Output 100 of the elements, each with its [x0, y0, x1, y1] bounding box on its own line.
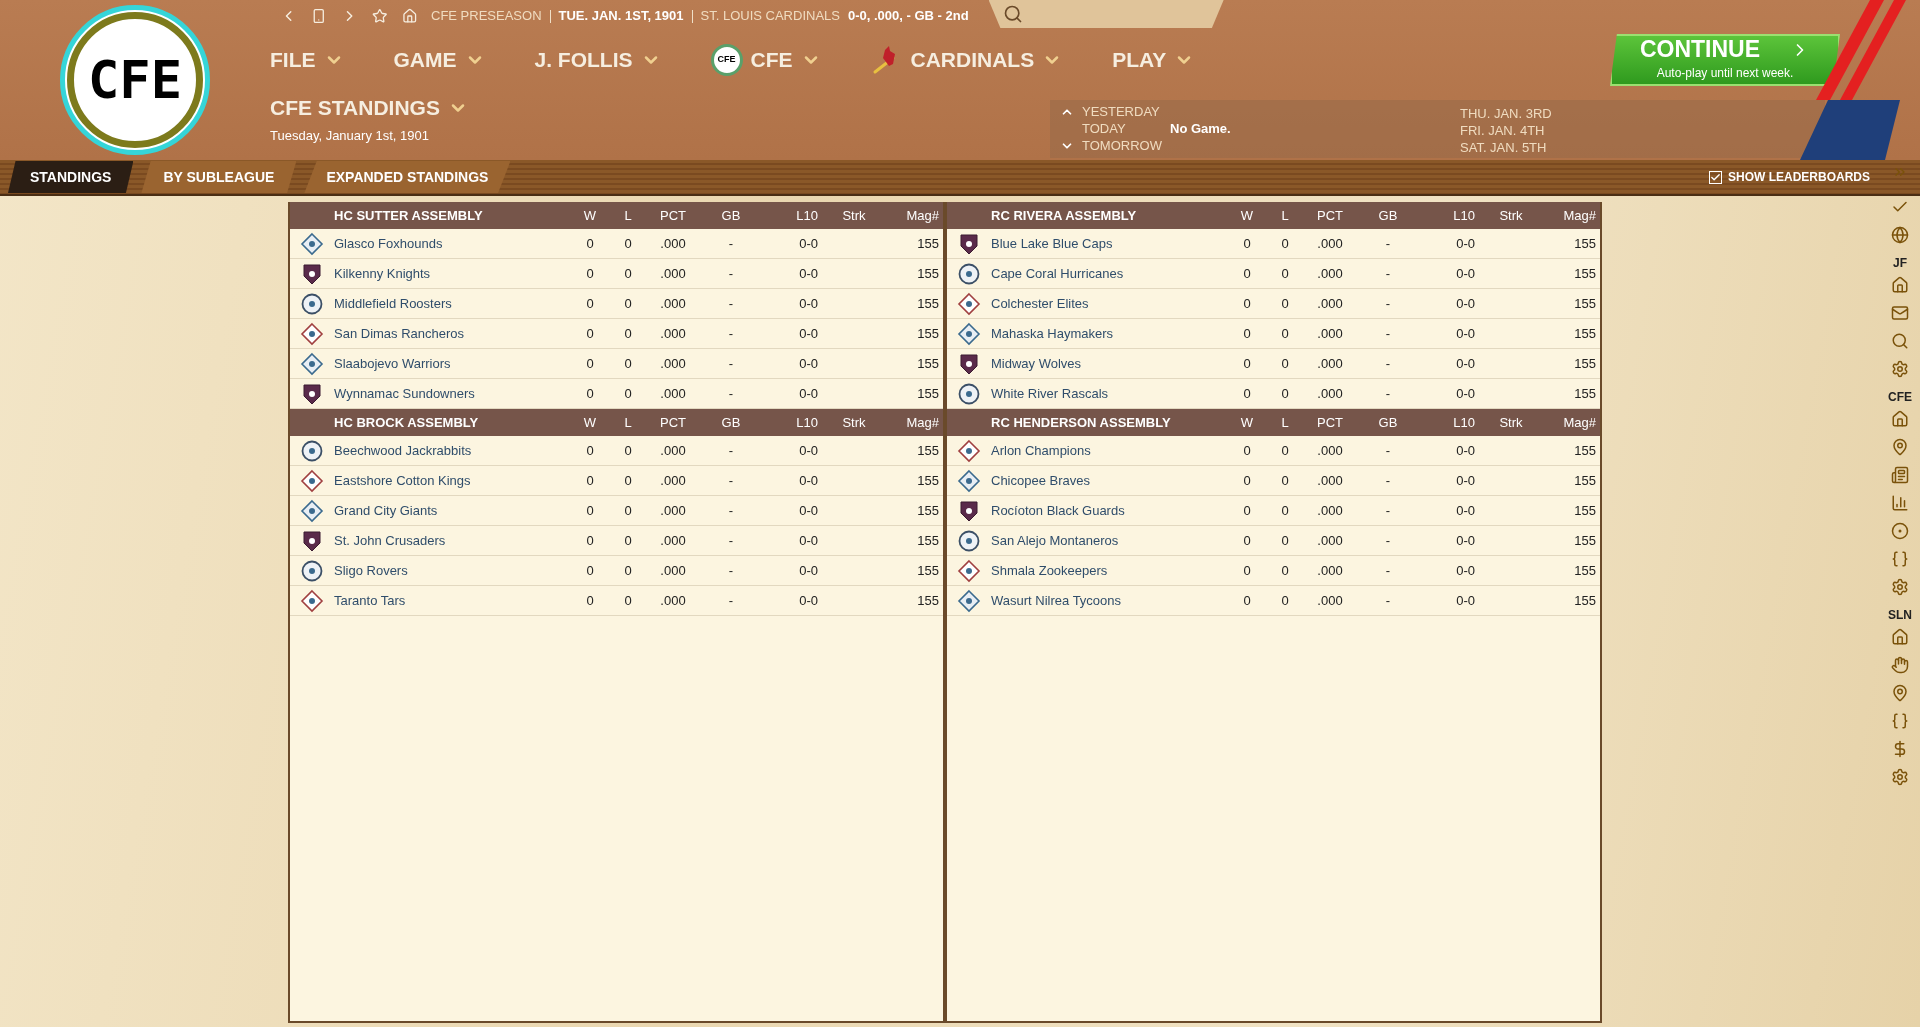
team-logo-icon — [300, 558, 324, 583]
table-cell-text: 0 — [585, 471, 595, 490]
team-name-link[interactable]: Arlon Champions — [991, 440, 1235, 461]
table-cell-text: 155 — [1573, 471, 1597, 490]
map-pin-icon[interactable] — [1891, 684, 1909, 702]
team-name-link[interactable]: Shmala Zookeepers — [991, 560, 1235, 581]
table-cell-text: 0 — [1242, 531, 1252, 550]
settings-icon[interactable] — [1891, 578, 1909, 596]
column-header[interactable]: L10 — [1427, 205, 1475, 226]
checkbox[interactable] — [1709, 170, 1722, 184]
column-header[interactable]: Mag# — [890, 205, 943, 226]
team-name-link[interactable]: San Alejo Montaneros — [991, 530, 1235, 551]
team-name-link[interactable]: Glasco Foxhounds — [334, 233, 578, 254]
table-cell-text: 155 — [916, 294, 940, 313]
braces-icon[interactable] — [1891, 550, 1909, 568]
table-cell-text: .000 — [1316, 441, 1344, 460]
device-icon[interactable] — [311, 7, 327, 25]
column-header[interactable]: W — [1235, 412, 1259, 433]
logo-text: CFE — [88, 49, 182, 112]
column-header[interactable]: GB — [692, 412, 770, 433]
league-logo[interactable]: CFE — [60, 5, 210, 155]
menu-item[interactable]: CFE CFE — [710, 44, 821, 76]
column-header[interactable]: Strk — [818, 412, 890, 433]
team-name-link[interactable]: Blue Lake Blue Caps — [991, 233, 1235, 254]
team-name-link[interactable]: Taranto Tars — [334, 590, 578, 611]
team-name-link[interactable]: Beechwood Jackrabbits — [334, 440, 578, 461]
team-name-link[interactable]: San Dimas Rancheros — [334, 323, 578, 344]
column-header[interactable]: PCT — [654, 205, 692, 226]
column-header[interactable]: W — [1235, 205, 1259, 226]
team-name-link[interactable]: Middlefield Roosters — [334, 293, 578, 314]
division-name: RC RIVERA ASSEMBLY — [991, 206, 1138, 225]
column-header[interactable]: GB — [692, 205, 770, 226]
table-cell-text: 0 — [623, 294, 633, 313]
team-logo-icon — [957, 558, 981, 583]
table-cell-text: .000 — [659, 294, 687, 313]
globe-icon[interactable] — [1891, 226, 1909, 244]
table-cell-text: 0 — [585, 591, 595, 610]
team-name-link[interactable]: St. John Crusaders — [334, 530, 578, 551]
settings-icon[interactable] — [1891, 768, 1909, 786]
team-name-link[interactable]: Sligo Rovers — [334, 560, 578, 581]
home-icon[interactable] — [1891, 276, 1909, 294]
league-logo-badge: CFE — [710, 44, 743, 76]
braces-icon[interactable] — [1891, 712, 1909, 730]
tab[interactable]: EXPANDED STANDINGS — [304, 161, 511, 193]
column-header[interactable]: L — [602, 205, 654, 226]
column-header[interactable]: PCT — [1311, 205, 1349, 226]
column-header[interactable]: L10 — [1427, 412, 1475, 433]
team-name-link[interactable]: Chicopee Braves — [991, 470, 1235, 491]
team-name-link[interactable]: Wasurt Nilrea Tycoons — [991, 590, 1235, 611]
tab[interactable]: BY SUBLEAGUE — [141, 161, 297, 193]
column-header[interactable]: GB — [1349, 205, 1427, 226]
table-cell-text: .000 — [659, 471, 687, 490]
show-leaderboards-toggle[interactable]: SHOW LEADERBOARDS — [1709, 168, 1870, 186]
column-header[interactable]: Strk — [1475, 412, 1547, 433]
upcoming-date: SAT. JAN. 5TH — [1460, 138, 1548, 155]
team-name-link[interactable]: Grand City Giants — [334, 500, 578, 521]
search-icon[interactable] — [1891, 332, 1909, 350]
team-name-link[interactable]: Slaabojevo Warriors — [334, 353, 578, 374]
mail-icon[interactable] — [1891, 304, 1909, 322]
home-icon[interactable] — [401, 7, 417, 25]
team-name-link[interactable]: Midway Wolves — [991, 353, 1235, 374]
page-date: Tuesday, January 1st, 1901 — [270, 126, 430, 145]
star-icon[interactable] — [372, 7, 388, 25]
column-header[interactable]: L — [1259, 205, 1311, 226]
column-header[interactable]: Strk — [818, 205, 890, 226]
column-header[interactable]: L — [1259, 412, 1311, 433]
team-name-link[interactable]: White River Rascals — [991, 383, 1235, 404]
table-cell-text: 155 — [1573, 294, 1597, 313]
team-name-link[interactable]: Wynnamac Sundowners — [334, 383, 578, 404]
column-header[interactable]: Strk — [1475, 205, 1547, 226]
table-cell-text: 0-0 — [798, 234, 818, 253]
column-header[interactable]: PCT — [1311, 412, 1349, 433]
column-header[interactable]: Mag# — [1547, 412, 1600, 433]
bar-chart-icon[interactable] — [1891, 494, 1909, 512]
team-name-link[interactable]: Eastshore Cotton Kings — [334, 470, 578, 491]
team-name-link[interactable]: Rocíoton Black Guards — [991, 500, 1235, 521]
home-icon[interactable] — [1891, 628, 1909, 646]
table-cell-text: 0-0 — [1455, 501, 1475, 520]
column-header[interactable]: L — [602, 412, 654, 433]
table-cell-text: 0-0 — [1455, 354, 1475, 373]
tab[interactable]: STANDINGS — [8, 161, 134, 193]
news-icon[interactable] — [1891, 466, 1909, 484]
team-name-link[interactable]: Kilkenny Knights — [334, 263, 578, 284]
settings-icon[interactable] — [1891, 360, 1909, 378]
hand-icon[interactable] — [1891, 656, 1909, 674]
table-cell-text: 0 — [585, 294, 595, 313]
column-header[interactable]: W — [578, 205, 602, 226]
team-name-link[interactable]: Colchester Elites — [991, 293, 1235, 314]
map-pin-icon[interactable] — [1891, 438, 1909, 456]
column-header[interactable]: W — [578, 412, 602, 433]
team-name-link[interactable]: Mahaska Haymakers — [991, 323, 1235, 344]
home-icon[interactable] — [1891, 410, 1909, 428]
column-header[interactable]: Mag# — [1547, 205, 1600, 226]
table-cell-text: 0 — [1242, 561, 1252, 580]
column-header[interactable]: GB — [1349, 412, 1427, 433]
column-header[interactable]: PCT — [654, 412, 692, 433]
team-name-link[interactable]: Cape Coral Hurricanes — [991, 263, 1235, 284]
column-header[interactable]: Mag# — [890, 412, 943, 433]
column-header[interactable]: L10 — [770, 412, 818, 433]
column-header[interactable]: L10 — [770, 205, 818, 226]
